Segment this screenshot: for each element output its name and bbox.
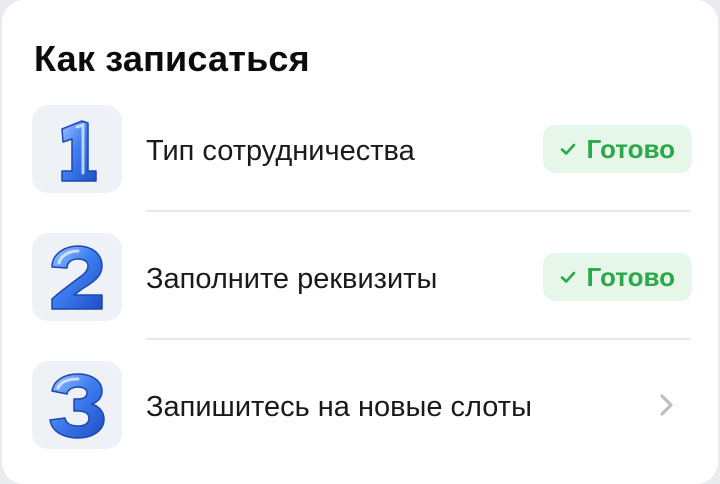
status-text: Готово: [586, 261, 675, 292]
status-text: Готово: [586, 133, 675, 164]
step-label: Запишитесь на новые слоты: [146, 391, 532, 423]
divider: [146, 210, 690, 212]
status-badge: Готово: [542, 125, 692, 173]
step-item-fill-requisites[interactable]: Заполните реквизиты Готово: [32, 233, 692, 323]
check-icon: [560, 143, 575, 155]
step-label: Тип сотрудничества: [146, 135, 415, 167]
step-item-book-new-slots[interactable]: Запишитесь на новые слоты: [32, 361, 692, 451]
check-icon: [560, 271, 575, 283]
chevron-right-icon[interactable]: [658, 392, 676, 418]
balloon-digit-one-icon: [32, 105, 122, 193]
how-to-enroll-card: Как записаться Тип сотрудничества Готово…: [2, 0, 718, 484]
status-badge: Готово: [542, 253, 692, 301]
card-title: Как записаться: [34, 38, 310, 79]
balloon-digit-three-icon: [32, 361, 122, 449]
balloon-digit-two-icon: [32, 233, 122, 321]
divider: [146, 338, 690, 340]
step-item-cooperation-type[interactable]: Тип сотрудничества Готово: [32, 105, 692, 195]
step-label: Заполните реквизиты: [146, 263, 438, 295]
